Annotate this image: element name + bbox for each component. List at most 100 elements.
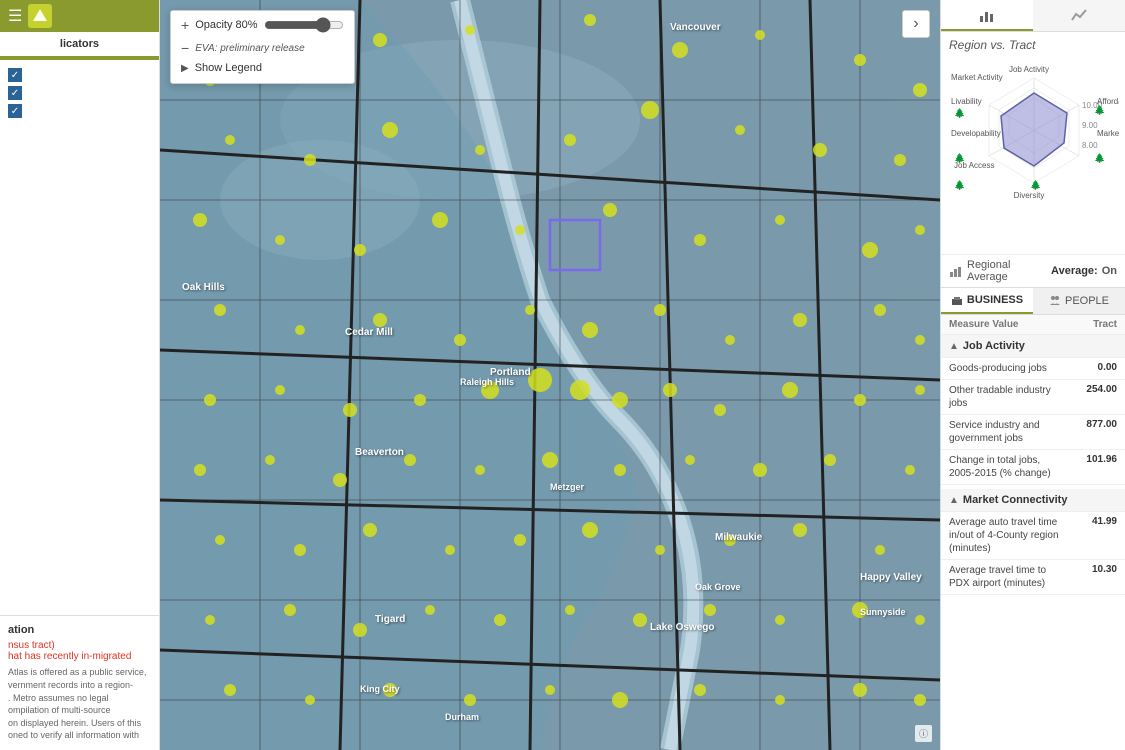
- svg-text:Diversity: Diversity: [1014, 191, 1045, 200]
- info-text: Atlas is offered as a public service, ve…: [8, 666, 151, 742]
- measure-pdx-travel: Average travel time to PDX airport (minu…: [949, 564, 1061, 590]
- svg-text:Market Co...: Market Co...: [1097, 129, 1119, 138]
- opacity-popup: + Opacity 80% − EVA: preliminary release…: [170, 10, 355, 84]
- measure-goods-producing: Goods-producing jobs: [949, 362, 1061, 375]
- tab-indicators-label: licators: [60, 38, 99, 50]
- indicator-row-1: ✓: [8, 68, 151, 82]
- svg-text:🌲: 🌲: [1030, 179, 1041, 190]
- svg-text:Market Activity: Market Activity: [951, 73, 1003, 82]
- plus-icon: +: [181, 17, 189, 33]
- eva-row: − EVA: preliminary release: [181, 37, 344, 59]
- regional-average-label: Regional Average: [967, 259, 1047, 283]
- show-legend-label: Show Legend: [195, 62, 262, 74]
- map-svg[interactable]: Vancouver Portland Beaverton Lake Oswego…: [160, 0, 940, 750]
- bar-chart-icon: [949, 264, 963, 278]
- bp-tab-business[interactable]: BUSINESS: [941, 288, 1033, 314]
- left-panel: ☰ licators ✓ ✓ ✓ ation nsus tract) hat h…: [0, 0, 160, 750]
- average-on-label: Average:: [1051, 265, 1098, 277]
- average-value: On: [1102, 265, 1117, 277]
- city-label-king-city: King City: [360, 684, 400, 694]
- value-change-total-jobs: 101.96: [1061, 454, 1117, 465]
- collapse-icon-market-conn: ▲: [949, 495, 959, 506]
- th-measure: Measure Value: [949, 319, 1061, 330]
- info-subtitle: nsus tract) hat has recently in-migrated: [8, 640, 151, 662]
- triangle-icon: ▶: [181, 63, 189, 74]
- section-header-market-connectivity[interactable]: ▲ Market Connectivity: [941, 489, 1125, 512]
- map-container[interactable]: + Opacity 80% − EVA: preliminary release…: [160, 0, 940, 750]
- value-other-tradable: 254.00: [1061, 384, 1117, 395]
- svg-text:9.00: 9.00: [1082, 121, 1098, 130]
- opacity-label: Opacity 80%: [195, 19, 257, 31]
- business-icon: [951, 294, 963, 306]
- row-change-total-jobs: Change in total jobs, 2005-2015 (% chang…: [941, 450, 1125, 485]
- svg-text:Developability: Developability: [951, 129, 1001, 138]
- city-label-beaverton: Beaverton: [355, 447, 404, 458]
- svg-text:🌲: 🌲: [954, 179, 965, 190]
- map-attribution: ⓘ: [915, 725, 932, 742]
- tab-indicators[interactable]: licators: [0, 32, 159, 58]
- svg-text:🌲: 🌲: [954, 152, 965, 163]
- right-panel-tabs: [941, 0, 1125, 32]
- bp-tabs: BUSINESS PEOPLE: [941, 287, 1125, 315]
- svg-text:🌲: 🌲: [1094, 152, 1105, 163]
- radar-svg: 10.00 9.00 8.00 Job Activity Affordabili…: [949, 58, 1119, 243]
- tab-line[interactable]: [1033, 0, 1125, 31]
- city-label-raleigh-hills: Raleigh Hills: [460, 377, 514, 387]
- opacity-row: + Opacity 80%: [181, 17, 344, 33]
- indicator-row-3: ✓: [8, 104, 151, 118]
- collapse-icon-job-activity: ▲: [949, 341, 959, 352]
- section-title-job-activity: Job Activity: [963, 340, 1025, 352]
- checkbox-1[interactable]: ✓: [8, 68, 22, 82]
- city-label-cedar-mill: Cedar Mill: [345, 327, 393, 338]
- left-panel-header: ☰: [0, 0, 159, 32]
- measure-service-industry: Service industry and government jobs: [949, 419, 1061, 445]
- map-toggle-button[interactable]: ›: [902, 10, 930, 38]
- checkbox-2[interactable]: ✓: [8, 86, 22, 100]
- logo-icon: [28, 4, 52, 28]
- tab-chart[interactable]: [941, 0, 1033, 31]
- svg-text:🌲: 🌲: [954, 107, 965, 118]
- city-label-oak-hills: Oak Hills: [182, 282, 225, 293]
- section-header-job-activity[interactable]: ▲ Job Activity: [941, 335, 1125, 358]
- city-label-tigard: Tigard: [375, 614, 405, 625]
- city-label-sunnyside: Sunnyside: [860, 607, 906, 617]
- row-other-tradable: Other tradable industry jobs 254.00: [941, 380, 1125, 415]
- measure-change-total-jobs: Change in total jobs, 2005-2015 (% chang…: [949, 454, 1061, 480]
- city-label-milwaukie: Milwaukie: [715, 532, 763, 543]
- th-tract: Tract: [1061, 319, 1117, 330]
- city-label-happy-valley: Happy Valley: [860, 572, 922, 583]
- table-body[interactable]: ▲ Job Activity Goods-producing jobs 0.00…: [941, 335, 1125, 750]
- right-panel: Region vs. Tract 10.00 9.00 8.00 Job A: [940, 0, 1125, 750]
- info-title: ation: [8, 624, 151, 636]
- measure-other-tradable: Other tradable industry jobs: [949, 384, 1061, 410]
- indicator-row-2: ✓: [8, 86, 151, 100]
- svg-text:8.00: 8.00: [1082, 141, 1098, 150]
- measure-auto-travel: Average auto travel time in/out of 4-Cou…: [949, 516, 1061, 555]
- value-pdx-travel: 10.30: [1061, 564, 1117, 575]
- checkbox-3[interactable]: ✓: [8, 104, 22, 118]
- row-service-industry: Service industry and government jobs 877…: [941, 415, 1125, 450]
- people-label: PEOPLE: [1065, 295, 1109, 307]
- city-label-metzger: Metzger: [550, 482, 585, 492]
- hamburger-icon[interactable]: ☰: [8, 6, 22, 26]
- people-icon: [1049, 295, 1061, 307]
- left-panel-tabs: licators: [0, 32, 159, 60]
- city-label-lake-oswego: Lake Oswego: [650, 622, 714, 633]
- indicators-section: ✓ ✓ ✓: [0, 60, 159, 130]
- table-header: Measure Value Tract: [941, 315, 1125, 335]
- value-auto-travel: 41.99: [1061, 516, 1117, 527]
- svg-text:Job Activity: Job Activity: [1009, 65, 1049, 74]
- city-label-oak-grove: Oak Grove: [695, 582, 741, 592]
- value-goods-producing: 0.00: [1061, 362, 1117, 373]
- bp-tab-people[interactable]: PEOPLE: [1033, 288, 1125, 314]
- city-label-durham: Durham: [445, 712, 479, 722]
- radar-area: 10.00 9.00 8.00 Job Activity Affordabili…: [941, 54, 1125, 254]
- show-legend-row[interactable]: ▶ Show Legend: [181, 59, 344, 77]
- svg-text:🌲: 🌲: [1094, 104, 1105, 115]
- row-auto-travel: Average auto travel time in/out of 4-Cou…: [941, 512, 1125, 560]
- regional-average-row: Regional Average Average: On: [941, 254, 1125, 287]
- region-vs-tract-label: Region vs. Tract: [941, 32, 1125, 54]
- section-title-market-connectivity: Market Connectivity: [963, 494, 1068, 506]
- minus-icon: −: [181, 40, 189, 56]
- opacity-slider[interactable]: [264, 17, 344, 33]
